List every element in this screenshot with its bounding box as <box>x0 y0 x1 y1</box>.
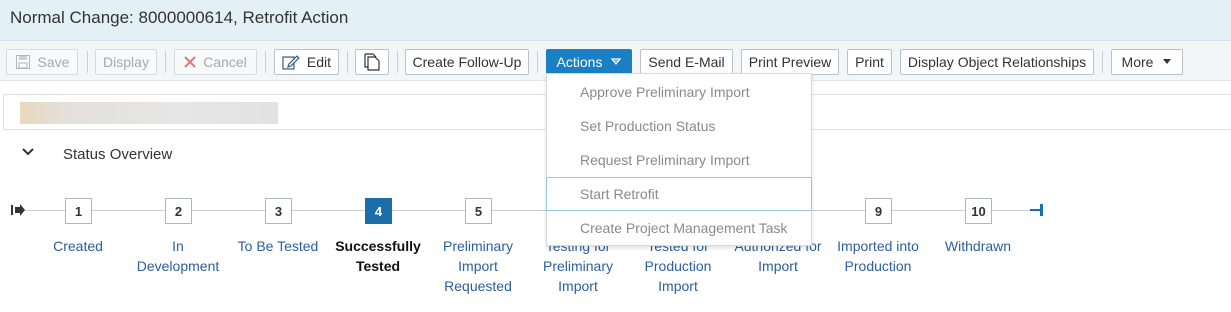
copy-icon <box>364 53 380 71</box>
status-step-number: 1 <box>65 198 92 224</box>
title-bar: Normal Change: 8000000614, Retrofit Acti… <box>0 0 1231 41</box>
close-icon <box>184 56 196 68</box>
status-step-label: Imported into Production <box>837 238 919 274</box>
save-button[interactable]: Save <box>6 49 78 75</box>
menu-item-set-production-status[interactable]: Set Production Status <box>547 109 811 143</box>
redacted-description <box>20 102 278 124</box>
status-step-number: 5 <box>465 198 492 224</box>
cancel-button[interactable]: Cancel <box>174 49 257 75</box>
print-button[interactable]: Print <box>847 49 892 75</box>
display-label: Display <box>103 54 149 70</box>
actions-menu-button[interactable]: Actions <box>546 49 632 75</box>
display-object-relationships-label: Display Object Relationships <box>907 54 1087 70</box>
actions-label: Actions <box>556 54 603 70</box>
menu-item-approve-preliminary-import[interactable]: Approve Preliminary Import <box>547 75 811 109</box>
chevron-down-icon <box>1163 59 1172 64</box>
edit-button[interactable]: Edit <box>274 49 339 75</box>
status-overview-title: Status Overview <box>63 146 173 163</box>
more-menu-button[interactable]: More <box>1111 49 1183 75</box>
more-label: More <box>1121 54 1154 70</box>
toolbar-separator <box>347 51 348 73</box>
toolbar-separator <box>537 51 538 73</box>
status-step-number: 10 <box>965 198 992 224</box>
save-icon <box>15 55 30 69</box>
status-step-label: Successfully Tested <box>335 238 421 274</box>
process-start-icon <box>11 204 25 216</box>
status-step-label: In Development <box>136 238 220 274</box>
page-title: Normal Change: 8000000614, Retrofit Acti… <box>10 8 349 27</box>
display-button[interactable]: Display <box>95 49 157 75</box>
toolbar-separator <box>165 51 166 73</box>
send-email-button[interactable]: Send E-Mail <box>640 49 733 75</box>
status-step-label: To Be Tested <box>237 238 319 254</box>
edit-label: Edit <box>306 54 331 70</box>
status-step-number: 4 <box>365 198 392 224</box>
status-step-label: Withdrawn <box>944 238 1012 254</box>
cancel-label: Cancel <box>203 54 247 70</box>
save-label: Save <box>37 54 70 70</box>
status-step-number: 3 <box>265 198 292 224</box>
toolbar-separator <box>265 51 266 73</box>
print-preview-button[interactable]: Print Preview <box>741 49 839 75</box>
menu-item-request-preliminary-import[interactable]: Request Preliminary Import <box>547 143 811 177</box>
copy-button[interactable] <box>355 49 389 75</box>
status-step-number: 9 <box>865 198 892 224</box>
create-follow-up-label: Create Follow-Up <box>412 54 522 70</box>
create-follow-up-button[interactable]: Create Follow-Up <box>405 49 529 75</box>
status-step-number: 2 <box>165 198 192 224</box>
actions-dropdown-menu: Approve Preliminary Import Set Productio… <box>546 73 812 246</box>
status-step-label: Created <box>53 238 103 254</box>
collapse-chevron-icon[interactable] <box>22 147 34 157</box>
menu-item-start-retrofit[interactable]: Start Retrofit <box>546 177 812 211</box>
send-email-label: Send E-Mail <box>648 54 725 70</box>
print-preview-label: Print Preview <box>748 54 832 70</box>
edit-icon <box>282 55 300 70</box>
chevron-down-icon <box>611 58 622 65</box>
toolbar-separator <box>87 51 88 73</box>
print-label: Print <box>855 54 884 70</box>
process-end-icon <box>1030 204 1043 216</box>
menu-item-create-project-management-task[interactable]: Create Project Management Task <box>547 211 811 245</box>
toolbar-separator <box>397 51 398 73</box>
status-step-label: Preliminary Import Requested <box>442 238 513 294</box>
toolbar-separator <box>1102 51 1103 73</box>
display-object-relationships-button[interactable]: Display Object Relationships <box>900 49 1094 75</box>
